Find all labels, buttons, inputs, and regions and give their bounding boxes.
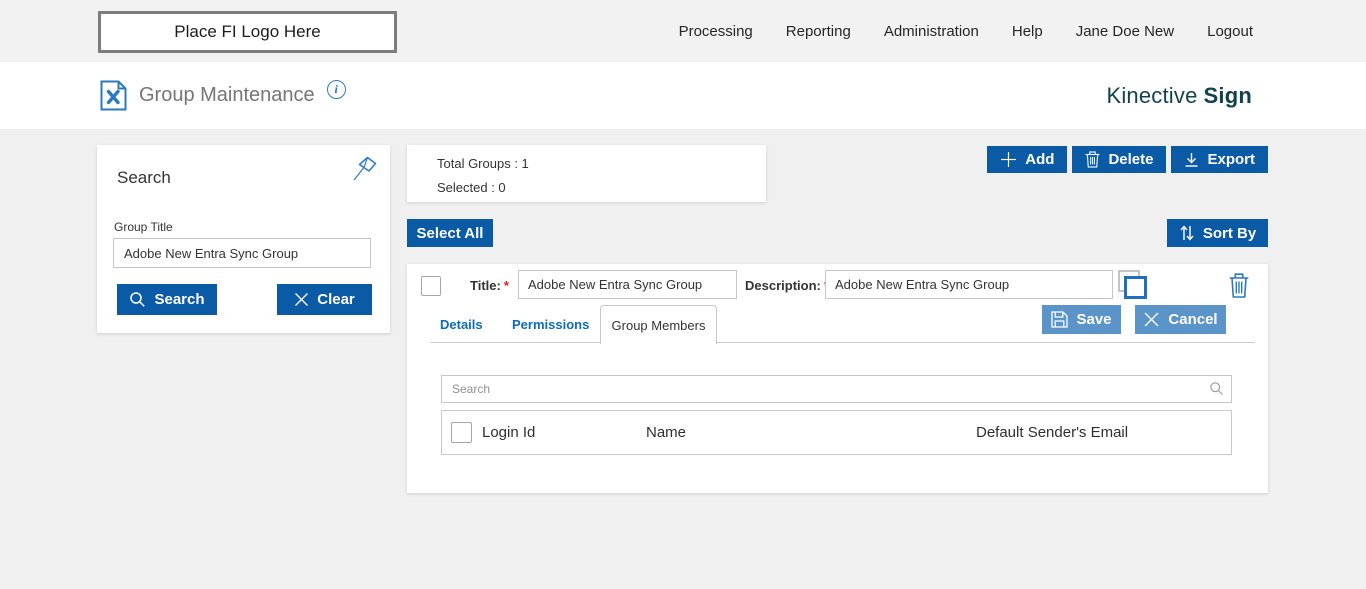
description-label: Description:* bbox=[745, 278, 829, 293]
group-maintenance-doc-icon bbox=[100, 80, 127, 111]
group-title-input[interactable] bbox=[113, 238, 371, 268]
main-content: Search Group Title Search bbox=[0, 129, 1366, 589]
tab-group-members[interactable]: Group Members bbox=[600, 305, 717, 344]
tab-permissions[interactable]: Permissions bbox=[512, 305, 589, 343]
sort-by-label: Sort By bbox=[1202, 224, 1257, 242]
sort-arrows-icon bbox=[1179, 224, 1195, 242]
export-button-label: Export bbox=[1207, 151, 1255, 168]
cancel-x-icon bbox=[1143, 311, 1160, 328]
page-title-group: Group Maintenance i bbox=[100, 62, 346, 129]
group-title-field[interactable] bbox=[518, 270, 737, 299]
download-icon bbox=[1184, 152, 1199, 168]
delete-button-label: Delete bbox=[1108, 151, 1154, 168]
description-label-text: Description: bbox=[745, 278, 821, 293]
save-button[interactable]: Save bbox=[1042, 305, 1121, 334]
search-panel: Search Group Title Search bbox=[97, 145, 390, 333]
export-button[interactable]: Export bbox=[1171, 146, 1268, 173]
members-select-all-checkbox[interactable] bbox=[451, 422, 472, 443]
column-login-id: Login Id bbox=[482, 424, 536, 441]
select-all-button[interactable]: Select All bbox=[407, 219, 493, 247]
trash-icon bbox=[1085, 151, 1100, 168]
clear-button-label: Clear bbox=[317, 291, 355, 308]
members-search-icon bbox=[1209, 381, 1224, 396]
floppy-save-icon bbox=[1051, 311, 1069, 328]
members-search-input[interactable] bbox=[441, 375, 1232, 403]
brand-logo: Kinective Sign bbox=[1106, 62, 1252, 129]
summary-panel: Total Groups : 1 Selected : 0 bbox=[407, 145, 766, 202]
nav-logout[interactable]: Logout bbox=[1207, 23, 1253, 40]
search-panel-title: Search bbox=[117, 168, 171, 187]
title-label: Title: * bbox=[470, 278, 509, 293]
nav-administration[interactable]: Administration bbox=[884, 23, 979, 40]
search-button[interactable]: Search bbox=[117, 284, 217, 315]
nav-help[interactable]: Help bbox=[1012, 23, 1043, 40]
members-table-header: Login Id Name Default Sender's Email bbox=[441, 410, 1232, 455]
group-tabs: Details Permissions Group Members bbox=[430, 305, 1255, 344]
nav-processing[interactable]: Processing bbox=[679, 23, 753, 40]
group-row-checkbox[interactable] bbox=[421, 276, 441, 296]
group-row-card: Title:* Description:* bbox=[407, 264, 1268, 493]
top-bar: Place FI Logo Here Processing Reporting … bbox=[0, 0, 1366, 62]
nav-reporting[interactable]: Reporting bbox=[786, 23, 851, 40]
search-icon bbox=[129, 291, 146, 308]
brand-name: Kinective bbox=[1106, 82, 1198, 108]
cancel-button-label: Cancel bbox=[1168, 311, 1218, 328]
clear-button[interactable]: Clear bbox=[277, 284, 372, 315]
title-label-text: Title: bbox=[470, 278, 501, 293]
group-title-label: Group Title bbox=[114, 220, 173, 234]
plus-icon bbox=[1000, 151, 1017, 168]
copy-icon[interactable] bbox=[1117, 269, 1148, 300]
column-default-senders-email: Default Sender's Email bbox=[976, 424, 1129, 441]
column-name: Name bbox=[646, 424, 687, 441]
tab-details[interactable]: Details bbox=[440, 305, 483, 343]
top-navigation: Processing Reporting Administration Help… bbox=[679, 0, 1253, 62]
delete-button[interactable]: Delete bbox=[1072, 146, 1167, 173]
pin-icon[interactable] bbox=[351, 155, 378, 184]
select-all-label: Select All bbox=[416, 224, 484, 242]
page-title: Group Maintenance bbox=[139, 84, 315, 106]
save-button-label: Save bbox=[1076, 311, 1112, 328]
group-description-field[interactable] bbox=[825, 270, 1113, 299]
selected-count: Selected : 0 bbox=[437, 180, 506, 195]
total-groups-count: Total Groups : 1 bbox=[437, 156, 529, 171]
title-required-marker: * bbox=[503, 278, 509, 293]
cancel-button[interactable]: Cancel bbox=[1135, 305, 1226, 334]
add-button-label: Add bbox=[1025, 151, 1055, 168]
group-maintenance-page: Place FI Logo Here Processing Reporting … bbox=[0, 0, 1366, 589]
sort-by-button[interactable]: Sort By bbox=[1167, 219, 1268, 247]
add-button[interactable]: Add bbox=[987, 146, 1068, 173]
page-header: Group Maintenance i Kinective Sign bbox=[0, 62, 1366, 129]
x-icon bbox=[294, 292, 309, 307]
nav-user-name[interactable]: Jane Doe New bbox=[1076, 23, 1174, 40]
group-toolbar: Add Delete Export bbox=[987, 146, 1268, 173]
search-button-label: Search bbox=[154, 291, 205, 308]
info-icon[interactable]: i bbox=[326, 80, 346, 99]
fi-logo-placeholder: Place FI Logo Here bbox=[98, 11, 397, 53]
brand-product: Sign bbox=[1203, 82, 1252, 108]
row-trash-icon[interactable] bbox=[1229, 273, 1249, 298]
